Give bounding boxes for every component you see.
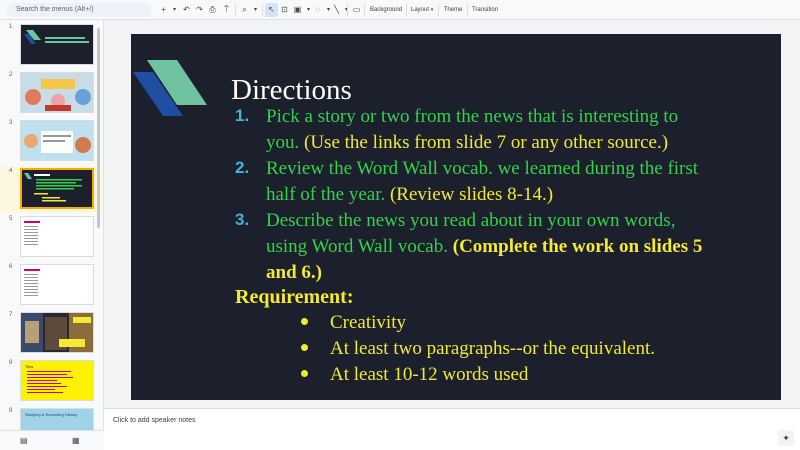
zoom-dropdown-icon[interactable]: ▾ <box>249 3 262 17</box>
toolbar-divider <box>438 4 439 16</box>
direction-1-note: (Use the links from slide 7 or any other… <box>304 132 669 153</box>
direction-1-line-2: you. (Use the links from slide 7 or any … <box>266 130 668 156</box>
direction-1-text: you. <box>266 132 300 153</box>
list-number-2: 2. <box>235 158 250 177</box>
direction-2-text: half of the year. <box>266 184 386 205</box>
theme-button[interactable]: Theme <box>442 3 464 17</box>
slide-thumbnail-8[interactable]: Tiles <box>20 360 94 401</box>
filmstrip-scrollbar[interactable] <box>97 28 100 228</box>
direction-1-line-1: Pick a story or two from the news that i… <box>266 106 679 127</box>
slide-thumbnail-9[interactable]: Studying & Recording History <box>20 408 94 430</box>
corner-accent-shape <box>133 60 207 116</box>
bullet-icon <box>301 370 308 378</box>
direction-3-line-3: and 6.) <box>266 262 322 283</box>
bullet-icon <box>301 344 308 352</box>
slide-number: 6 <box>9 264 13 270</box>
requirement-heading: Requirement: <box>235 286 354 308</box>
slide-thumbnail-2[interactable] <box>20 72 94 113</box>
slide-4-preview <box>24 173 82 202</box>
layout-button[interactable]: Layout <box>410 3 430 17</box>
background-button[interactable]: Background <box>369 3 403 17</box>
slide-number: 4 <box>9 168 13 174</box>
slide-thumbnail-1[interactable] <box>20 24 94 65</box>
slide-thumbnail-4[interactable] <box>20 168 94 209</box>
slide-thumbnail-3[interactable] <box>20 120 94 161</box>
layout-dropdown-icon[interactable]: ▾ <box>429 3 435 17</box>
slide-6-preview <box>24 269 40 296</box>
filmstrip-view-controls: ▤ ▦ <box>0 430 104 450</box>
list-number-1: 1. <box>235 106 250 125</box>
filmstrip-view-icon[interactable]: ▤ <box>20 436 28 445</box>
slide-1-preview <box>24 30 89 44</box>
slide-canvas: Directions 1. Pick a story or two from t… <box>104 20 800 408</box>
list-number-3: 3. <box>235 210 250 229</box>
grid-view-icon[interactable]: ▦ <box>72 436 80 445</box>
speaker-notes-placeholder[interactable]: Click to add speaker notes <box>113 417 196 424</box>
toolbar-divider <box>347 4 348 16</box>
search-menus-input[interactable]: Search the menus (Alt+/) <box>6 3 152 17</box>
direction-2-line-1: Review the Word Wall vocab. we learned d… <box>266 158 699 179</box>
slide-thumbnail-7[interactable] <box>20 312 94 353</box>
direction-3-note: (Complete the work on slides 5 <box>452 236 703 257</box>
current-slide[interactable]: Directions 1. Pick a story or two from t… <box>131 34 781 400</box>
requirement-item-2: At least two paragraphs--or the equivale… <box>301 338 655 360</box>
comment-icon[interactable]: ▭ <box>350 3 363 17</box>
toolbar-divider <box>406 4 407 16</box>
slide-number: 1 <box>9 24 13 30</box>
paint-format-icon[interactable]: ⍑ <box>220 3 233 17</box>
toolbar-divider <box>235 4 236 16</box>
slide-2-preview <box>21 73 93 112</box>
transition-button[interactable]: Transition <box>470 3 500 17</box>
speaker-notes-panel[interactable]: Click to add speaker notes ✦ <box>104 408 800 450</box>
direction-3-line-2: using Word Wall vocab. (Complete the wor… <box>266 234 702 260</box>
explore-icon[interactable]: ✦ <box>778 430 794 446</box>
print-icon[interactable]: ⎙ <box>206 3 219 17</box>
slide-thumbnail-6[interactable] <box>20 264 94 305</box>
slide-thumbnail-5[interactable] <box>20 216 94 257</box>
toolbar-divider <box>262 4 263 16</box>
direction-3-text: using Word Wall vocab. <box>266 236 448 257</box>
slide-number: 5 <box>9 216 13 222</box>
bullet-icon <box>301 318 308 326</box>
direction-2-line-2: half of the year. (Review slides 8-14.) <box>266 182 553 208</box>
direction-2-note: (Review slides 8-14.) <box>389 184 554 205</box>
direction-3-line-1: Describe the news you read about in your… <box>266 210 676 231</box>
undo-icon[interactable]: ↶ <box>180 3 193 17</box>
select-cursor-icon[interactable]: ↖ <box>265 3 278 17</box>
toolbar-divider <box>364 4 365 16</box>
slide-number: 8 <box>9 360 13 366</box>
redo-icon[interactable]: ↷ <box>193 3 206 17</box>
slide-title: Directions <box>231 74 352 106</box>
slide-number: 2 <box>9 72 13 78</box>
slide-7-preview <box>21 313 93 352</box>
slide-9-title: Studying & Recording History <box>25 412 78 417</box>
slide-number: 3 <box>9 120 13 126</box>
slide-number: 7 <box>9 312 13 318</box>
toolbar: Search the menus (Alt+/) + ▾ ↶ ↷ ⎙ ⍑ ⌕ ▾… <box>0 0 800 20</box>
slide-3-preview <box>21 121 93 160</box>
slide-filmstrip: 1 2 3 4 5 6 7 8 Tiles 9 Studying & Recor… <box>0 20 104 430</box>
text-box-icon[interactable]: ⊡ <box>278 3 291 17</box>
toolbar-divider <box>467 4 468 16</box>
requirement-item-1: Creativity <box>301 312 406 334</box>
slide-8-title: Tiles <box>25 364 34 369</box>
slide-5-preview <box>24 221 40 245</box>
slide-number: 9 <box>9 408 13 414</box>
requirement-item-3: At least 10-12 words used <box>301 364 528 386</box>
